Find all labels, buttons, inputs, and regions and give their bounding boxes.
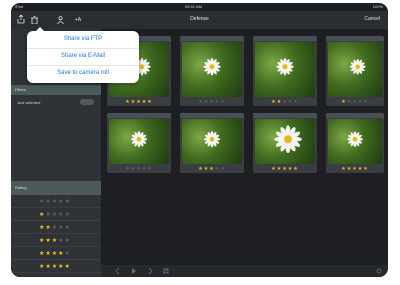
thumbnail-rating[interactable]: ★★★★★ — [107, 166, 171, 172]
cancel-button[interactable]: Cancel — [364, 16, 380, 22]
bottom-bar — [101, 265, 388, 277]
rating-header: Rating — [11, 181, 101, 195]
rating-filter-5[interactable]: ★★★★★ — [11, 262, 101, 273]
page-title: Defense — [190, 16, 209, 22]
save-camera-roll-item[interactable]: Save to camera roll — [27, 65, 139, 82]
thumbnail-rating[interactable]: ★★★★★ — [180, 166, 244, 172]
just-selected-toggle[interactable] — [80, 99, 94, 105]
prev-icon[interactable] — [115, 267, 121, 275]
rating-stars: ★★★★★ — [39, 238, 71, 244]
share-ftp-item[interactable]: Share via FTP — [27, 31, 139, 49]
thumbnail-header — [326, 113, 384, 118]
thumbnail-header — [326, 36, 384, 41]
add-button[interactable]: +A — [73, 15, 83, 24]
battery-label: 100% — [372, 4, 383, 9]
just-selected-row: Just selected — [11, 97, 101, 107]
daisy-photo — [255, 119, 315, 164]
thumbnail-header — [180, 113, 244, 118]
daisy-photo — [182, 119, 242, 164]
trash-icon[interactable] — [30, 15, 39, 24]
top-toolbar: +A Defense Cancel — [11, 11, 388, 29]
photo-thumbnail[interactable]: ★★★★★ — [180, 113, 244, 173]
daisy-photo — [328, 119, 382, 164]
photo-thumbnail[interactable]: ★★★★★ — [253, 113, 317, 173]
rating-stars: ★★★★★ — [39, 251, 71, 257]
photo-thumbnail[interactable]: ★★★★★ — [253, 36, 317, 106]
rating-filter-1[interactable]: ★★★★★ — [11, 210, 101, 221]
play-icon[interactable] — [131, 268, 137, 274]
carrier-label: iPad — [15, 4, 24, 9]
daisy-photo — [255, 42, 315, 97]
photo-thumbnail[interactable]: ★★★★★ — [326, 36, 384, 106]
rating-filter-4[interactable]: ★★★★★ — [11, 249, 101, 260]
thumbnail-header — [253, 36, 317, 41]
photo-thumbnail[interactable]: ★★★★★ — [326, 113, 384, 173]
rating-stars: ★★★★★ — [39, 225, 71, 231]
daisy-photo — [182, 42, 242, 97]
share-popover: Share via FTP Share via E-Mail Save to c… — [27, 27, 139, 83]
filters-header: Filters — [11, 85, 101, 95]
thumbnail-rating[interactable]: ★★★★★ — [326, 166, 384, 172]
rating-filter-0[interactable]: ★★★★★ — [11, 197, 101, 208]
photo-grid: ★★★★★ ★★★★★ ★★★★★ ★★★★★ ★★★★★ ★★★★★ ★★★★★ ★★★★★ — [101, 29, 388, 265]
settings-icon[interactable] — [376, 268, 382, 274]
rating-stars: ★★★★★ — [39, 212, 71, 218]
thumbnail-rating[interactable]: ★★★★★ — [253, 166, 317, 172]
next-icon[interactable] — [147, 267, 153, 275]
rating-filter-2[interactable]: ★★★★★ — [11, 223, 101, 234]
photo-thumbnail[interactable]: ★★★★★ — [107, 113, 171, 173]
daisy-photo — [328, 42, 382, 97]
share-icon[interactable] — [16, 15, 25, 24]
daisy-photo — [109, 119, 169, 164]
photo-thumbnail[interactable]: ★★★★★ — [180, 36, 244, 106]
rating-stars: ★★★★★ — [39, 264, 71, 270]
thumbnail-header — [107, 113, 171, 118]
rating-stars: ★★★★★ — [39, 199, 71, 205]
toggle-label: Just selected — [17, 100, 41, 105]
thumbnail-rating[interactable]: ★★★★★ — [180, 99, 244, 105]
thumbnail-rating[interactable]: ★★★★★ — [107, 99, 171, 105]
rating-filter-3[interactable]: ★★★★★ — [11, 236, 101, 247]
app-screen: iPad 09:41 AM 100% +A Defense Cancel Fil… — [11, 3, 388, 277]
thumbnail-rating[interactable]: ★★★★★ — [253, 99, 317, 105]
grid-view-icon[interactable] — [163, 268, 169, 274]
status-bar: iPad 09:41 AM 100% — [11, 3, 388, 11]
time-label: 09:41 AM — [185, 4, 202, 9]
thumbnail-header — [253, 113, 317, 118]
thumbnail-header — [180, 36, 244, 41]
share-email-item[interactable]: Share via E-Mail — [27, 48, 139, 66]
person-icon[interactable] — [56, 15, 65, 24]
thumbnail-rating[interactable]: ★★★★★ — [326, 99, 384, 105]
